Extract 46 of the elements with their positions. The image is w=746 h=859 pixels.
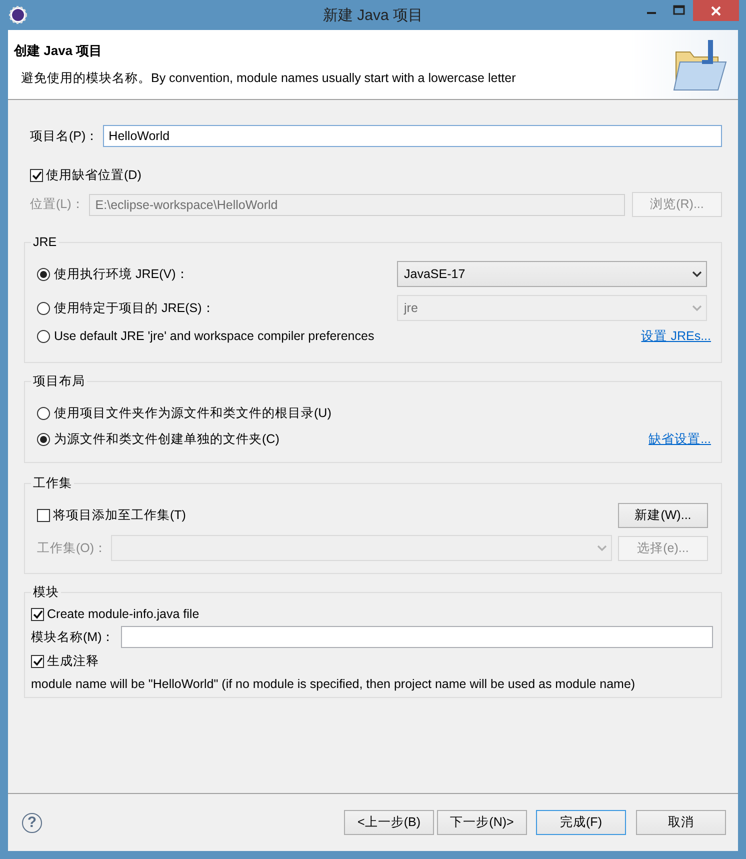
module-name-field[interactable] xyxy=(120,626,713,648)
project-name-field[interactable]: HelloWorld xyxy=(102,125,722,147)
page-description: 避免使用的模块名称。By convention, module names usually start with a lowercase letter xyxy=(21,70,516,87)
radio-button[interactable] xyxy=(37,268,50,280)
checkbox-label: Create module-info.java file xyxy=(47,607,200,621)
dropdown[interactable]: JavaSE-17 xyxy=(397,261,707,287)
checkbox-label: 生成注释 xyxy=(47,653,99,670)
close-button[interactable] xyxy=(693,0,739,21)
wizard-button[interactable]: 下一步(N)> xyxy=(437,810,527,835)
wizard-button[interactable]: 取消 xyxy=(636,810,726,835)
module-note: module name will be "HelloWorld" (if no module is specified, then project name will be used as module name) xyxy=(31,677,636,691)
field-label: 模块名称(M)： xyxy=(31,628,115,646)
checkbox[interactable] xyxy=(30,169,43,182)
radio-label: 使用执行环境 JRE(V)： xyxy=(54,266,189,282)
field-label: 工作集(O)： xyxy=(37,540,108,556)
radio-label: 为源文件和类文件创建单独的文件夹(C) xyxy=(54,430,280,448)
radio-label: 使用特定于项目的 JRE(S)： xyxy=(54,300,215,316)
caret-icon xyxy=(692,304,702,312)
app-icon xyxy=(9,6,27,24)
minimize-icon xyxy=(646,12,656,14)
group-title: 项目布局 xyxy=(32,373,86,390)
link[interactable]: 设置 JREs... xyxy=(641,328,711,344)
page-title: 创建 Java 项目 xyxy=(14,42,104,60)
caret-icon xyxy=(597,544,607,552)
radio-label: Use default JRE 'jre' and workspace compiler preferences xyxy=(54,329,374,343)
close-icon xyxy=(711,6,721,16)
field-label: 项目名(P)： xyxy=(30,128,99,144)
help-icon[interactable]: ? xyxy=(22,812,42,832)
checkbox-label: 使用缺省位置(D) xyxy=(46,167,142,184)
maximize-icon xyxy=(673,5,685,15)
link[interactable]: 缺省设置... xyxy=(648,430,711,448)
group-title: JRE xyxy=(32,235,58,249)
checkbox[interactable] xyxy=(31,608,44,620)
radio-label: 使用项目文件夹作为源文件和类文件的根目录(U) xyxy=(54,404,332,422)
checkbox-label: 将项目添加至工作集(T) xyxy=(53,507,186,524)
radio-button[interactable] xyxy=(37,406,50,420)
wizard-button[interactable]: <上一步(B) xyxy=(344,810,434,835)
checkbox[interactable] xyxy=(31,655,44,668)
caret-icon xyxy=(692,270,702,278)
window-title: 新建 Java 项目 xyxy=(322,6,424,24)
radio-button[interactable] xyxy=(37,330,50,342)
group-title: 模块 xyxy=(32,584,60,601)
radio-button[interactable] xyxy=(37,432,50,446)
group-title: 工作集 xyxy=(32,475,73,492)
wizard-button[interactable]: 完成(F) xyxy=(536,810,626,835)
field-label: 位置(L)： xyxy=(30,196,84,213)
